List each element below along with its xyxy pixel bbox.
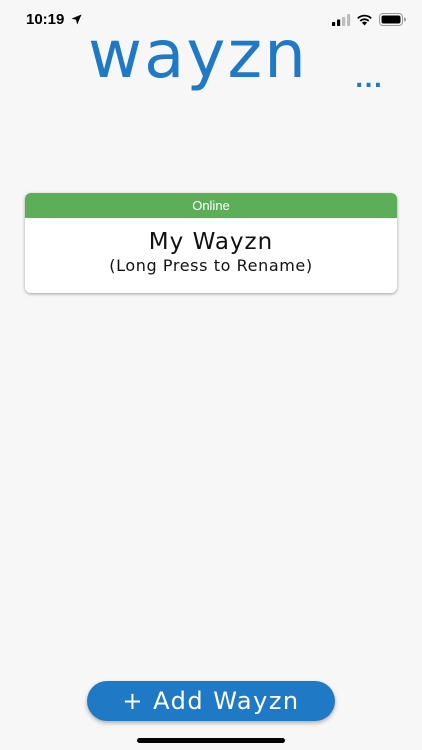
home-indicator[interactable] bbox=[137, 738, 285, 743]
battery-icon bbox=[379, 13, 406, 26]
status-time: 10:19 bbox=[26, 11, 65, 28]
wayzn-logo: wayzn bbox=[88, 16, 308, 93]
add-wayzn-button[interactable]: + Add Wayzn bbox=[87, 681, 335, 721]
device-card-my-wayzn[interactable]: Online My Wayzn (Long Press to Rename) bbox=[25, 193, 397, 293]
rename-hint: (Long Press to Rename) bbox=[109, 256, 313, 275]
cellular-signal-icon bbox=[332, 14, 351, 26]
location-arrow-icon bbox=[71, 14, 82, 25]
wifi-icon bbox=[357, 14, 372, 26]
device-name: My Wayzn bbox=[148, 229, 274, 255]
logo-ellipsis: ... bbox=[355, 68, 384, 93]
device-status-badge: Online bbox=[25, 193, 397, 218]
